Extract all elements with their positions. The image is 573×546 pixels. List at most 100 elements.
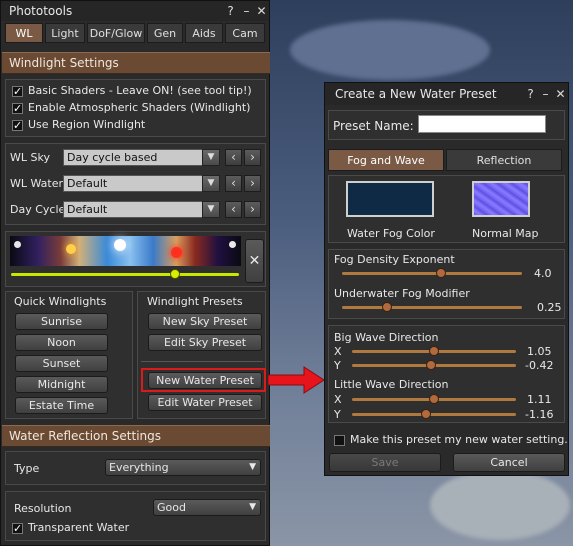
big-wave-x-value: 1.05: [527, 345, 552, 358]
big-wave-x-slider-knob[interactable]: [429, 346, 439, 356]
day-cycle-prev-button[interactable]: ‹: [225, 201, 242, 218]
type-label: Type: [14, 462, 40, 475]
quick-windlights-label: Quick Windlights: [14, 295, 107, 308]
water-reflection-header: Water Reflection Settings: [2, 425, 270, 447]
phototools-title: Phototools: [9, 4, 73, 18]
windlight-presets-label: Windlight Presets: [147, 295, 243, 308]
resolution-label: Resolution: [14, 502, 72, 515]
preset-name-input[interactable]: [418, 115, 546, 133]
new-water-preset-button[interactable]: New Water Preset: [148, 372, 262, 389]
edit-sky-preset-button[interactable]: Edit Sky Preset: [148, 334, 262, 351]
wl-sky-prev-button[interactable]: ‹: [225, 149, 242, 166]
tab-dof-glow[interactable]: DoF/Glow: [87, 23, 145, 43]
moon-icon: [14, 241, 21, 248]
tab-cam[interactable]: Cam: [225, 23, 265, 43]
resolution-select-value: Good: [157, 501, 186, 514]
day-cycle-select[interactable]: Default: [63, 201, 203, 218]
windlight-settings-header: Windlight Settings: [2, 52, 270, 74]
tab-aids[interactable]: Aids: [185, 23, 223, 43]
phototools-window: Phototools ? – ✕ WL Light DoF/Glow Gen A…: [0, 0, 270, 546]
normal-map-label: Normal Map: [472, 227, 539, 240]
help-button[interactable]: ?: [524, 84, 537, 104]
tab-wl[interactable]: WL: [5, 23, 43, 43]
basic-shaders-checkbox[interactable]: ✓: [12, 86, 23, 97]
chevron-down-icon: ▼: [249, 462, 256, 472]
little-wave-label: Little Wave Direction: [334, 378, 449, 391]
tab-fog-and-wave[interactable]: Fog and Wave: [328, 149, 444, 171]
day-cycle-slider-track[interactable]: [11, 273, 239, 276]
help-button[interactable]: ?: [224, 1, 237, 21]
water-fog-color-swatch[interactable]: [346, 181, 434, 217]
fog-density-slider-track[interactable]: [342, 272, 522, 275]
underwater-fog-label: Underwater Fog Modifier: [334, 287, 470, 300]
wl-water-label: WL Water: [10, 177, 64, 190]
wl-sky-label: WL Sky: [10, 151, 50, 164]
midnight-button[interactable]: Midnight: [15, 376, 108, 393]
normal-map-image[interactable]: [472, 181, 530, 217]
big-wave-y-label: Y: [334, 359, 341, 372]
background-cloud: [430, 470, 570, 540]
day-cycle-next-button[interactable]: ›: [244, 201, 261, 218]
presets-divider: [141, 361, 263, 362]
close-icon[interactable]: ✕: [245, 239, 264, 283]
sun-icon: [66, 244, 76, 254]
wl-water-select[interactable]: Default: [63, 175, 203, 192]
moon-icon: [229, 241, 236, 248]
atmospheric-shaders-label: Enable Atmospheric Shaders (Windlight): [28, 101, 251, 114]
fog-density-value: 4.0: [534, 267, 552, 280]
little-wave-x-value: 1.11: [527, 393, 552, 406]
underwater-fog-slider-track[interactable]: [342, 306, 522, 309]
little-wave-x-slider-knob[interactable]: [429, 394, 439, 404]
sunrise-button[interactable]: Sunrise: [15, 313, 108, 330]
type-select[interactable]: Everything ▼: [105, 459, 261, 476]
tab-reflection[interactable]: Reflection: [446, 149, 562, 171]
little-wave-y-value: -1.16: [525, 408, 554, 421]
transparent-water-checkbox[interactable]: ✓: [12, 523, 23, 534]
make-default-checkbox[interactable]: [334, 435, 345, 446]
minimize-button[interactable]: –: [539, 84, 552, 104]
water-preset-title: Create a New Water Preset: [335, 87, 497, 101]
day-cycle-label: Day Cycle: [10, 203, 66, 216]
make-default-label: Make this preset my new water setting.: [350, 433, 568, 446]
resolution-select[interactable]: Good ▼: [153, 499, 261, 516]
background-cloud: [290, 20, 490, 80]
estate-time-button[interactable]: Estate Time: [15, 397, 108, 414]
atmospheric-shaders-checkbox[interactable]: ✓: [12, 103, 23, 114]
transparent-water-label: Transparent Water: [28, 521, 130, 534]
save-button[interactable]: Save: [329, 453, 441, 472]
day-cycle-image: [10, 236, 241, 266]
region-windlight-checkbox[interactable]: ✓: [12, 120, 23, 131]
fog-density-slider-knob[interactable]: [436, 268, 446, 278]
preset-name-label: Preset Name:: [333, 119, 414, 133]
big-wave-x-label: X: [334, 345, 342, 358]
minimize-button[interactable]: –: [240, 1, 253, 21]
water-preset-window: Create a New Water Preset ? – ✕ Preset N…: [324, 82, 569, 476]
sun-icon: [171, 247, 182, 258]
tab-light[interactable]: Light: [45, 23, 85, 43]
big-wave-y-slider-knob[interactable]: [425, 360, 436, 370]
water-fog-color-label: Water Fog Color: [347, 227, 435, 240]
noon-button[interactable]: Noon: [15, 334, 108, 351]
tab-gen[interactable]: Gen: [147, 23, 183, 43]
new-sky-preset-button[interactable]: New Sky Preset: [148, 313, 262, 330]
chevron-down-icon[interactable]: ▼: [202, 175, 220, 192]
edit-water-preset-button[interactable]: Edit Water Preset: [148, 394, 262, 411]
little-wave-y-slider-knob[interactable]: [420, 409, 431, 419]
chevron-down-icon: ▼: [249, 502, 256, 512]
chevron-down-icon[interactable]: ▼: [202, 201, 220, 218]
close-button[interactable]: ✕: [255, 1, 268, 21]
arrow-right-icon: [268, 366, 325, 394]
underwater-fog-value: 0.25: [537, 301, 562, 314]
sunset-button[interactable]: Sunset: [15, 355, 108, 372]
close-button[interactable]: ✕: [554, 84, 567, 104]
wl-sky-next-button[interactable]: ›: [244, 149, 261, 166]
wl-water-next-button[interactable]: ›: [244, 175, 261, 192]
cancel-button[interactable]: Cancel: [453, 453, 565, 472]
wl-sky-select[interactable]: Day cycle based: [63, 149, 203, 166]
sun-icon: [114, 239, 126, 251]
little-wave-y-slider-track[interactable]: [352, 413, 516, 416]
basic-shaders-label: Basic Shaders - Leave ON! (see tool tip!…: [28, 84, 252, 97]
chevron-down-icon[interactable]: ▼: [202, 149, 220, 166]
wl-water-prev-button[interactable]: ‹: [225, 175, 242, 192]
underwater-fog-slider-knob[interactable]: [382, 302, 392, 312]
